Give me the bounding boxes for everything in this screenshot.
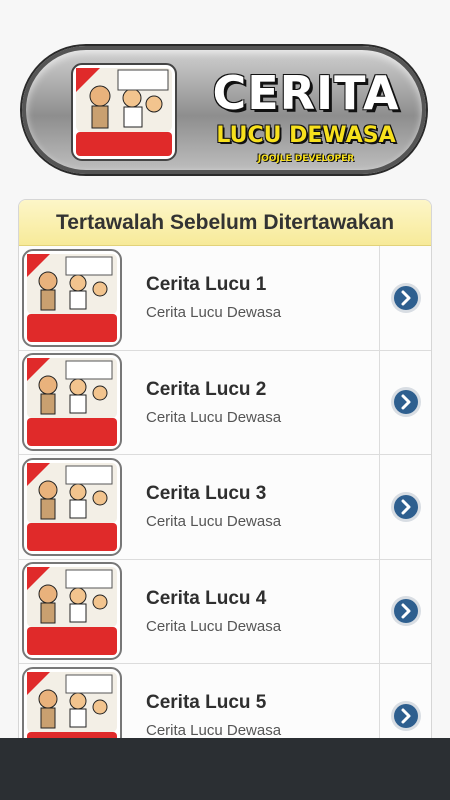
list-item[interactable]: Cerita Lucu 4 Cerita Lucu Dewasa <box>19 559 431 664</box>
chevron-right-circle-icon[interactable] <box>390 386 422 418</box>
list-header: Tertawalah Sebelum Ditertawakan <box>19 200 431 246</box>
app-banner: CERITA LUCU DEWASA JOOJLE DEVELOPER <box>22 46 426 174</box>
chevron-right-circle-icon[interactable] <box>390 282 422 314</box>
item-arrow-cell[interactable] <box>379 559 431 663</box>
story-thumbnail-icon <box>22 353 122 452</box>
story-list: Tertawalah Sebelum Ditertawakan Cerita L… <box>18 199 432 759</box>
story-thumbnail-icon <box>22 248 122 347</box>
story-thumbnail-icon <box>22 457 122 556</box>
chevron-right-circle-icon[interactable] <box>390 595 422 627</box>
app-logo-icon <box>71 63 177 161</box>
chevron-right-circle-icon[interactable] <box>390 491 422 523</box>
story-thumbnail-icon <box>22 562 122 661</box>
chevron-right-circle-icon[interactable] <box>390 700 422 732</box>
banner-developer: JOOJLE DEVELOPER <box>257 154 355 164</box>
item-arrow-cell[interactable] <box>379 246 431 350</box>
item-arrow-cell[interactable] <box>379 455 431 559</box>
system-navbar <box>0 738 450 800</box>
banner-title: CERITA <box>212 66 400 120</box>
list-item[interactable]: Cerita Lucu 2 Cerita Lucu Dewasa <box>19 350 431 455</box>
list-item[interactable]: Cerita Lucu 3 Cerita Lucu Dewasa <box>19 455 431 560</box>
banner-subtitle: LUCU DEWASA <box>216 123 396 148</box>
list-item[interactable]: Cerita Lucu 1 Cerita Lucu Dewasa <box>19 246 431 351</box>
item-arrow-cell[interactable] <box>379 350 431 454</box>
banner-pill: CERITA LUCU DEWASA JOOJLE DEVELOPER <box>22 46 426 174</box>
